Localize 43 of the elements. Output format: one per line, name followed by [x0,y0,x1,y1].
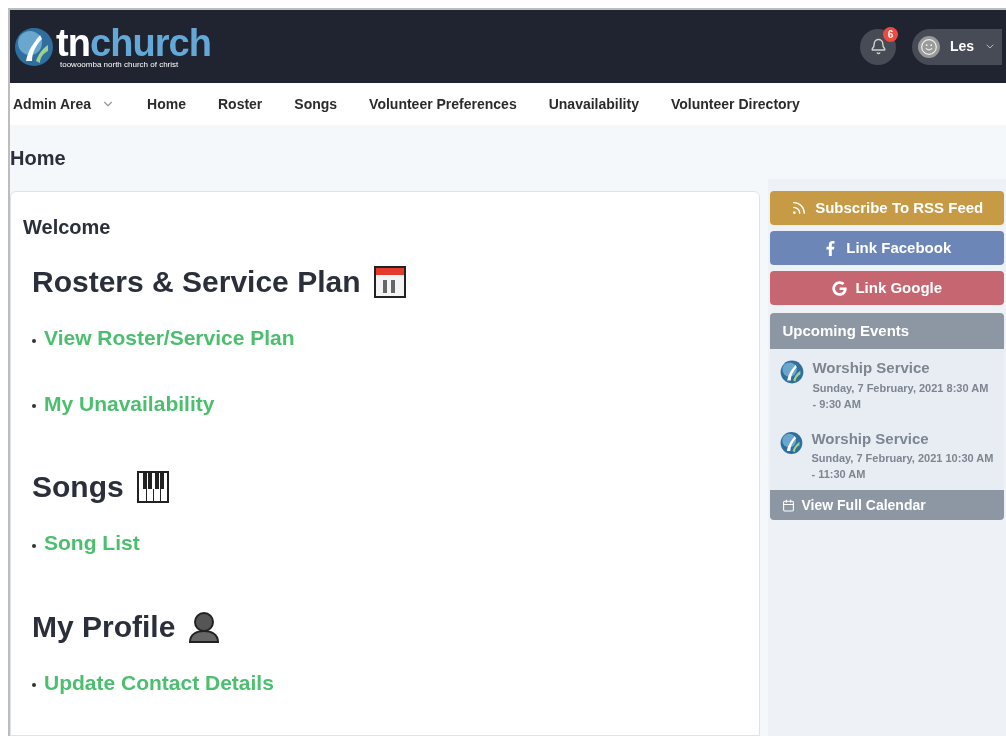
events-title: Upcoming Events [770,313,1004,349]
social-button[interactable]: Link Facebook [770,231,1004,265]
event-title[interactable]: Worship Service [811,427,994,450]
google-icon [832,280,848,296]
event-time: Sunday, 7 February, 2021 10:30 AM - 11:30 AM [811,451,994,482]
card-title: Welcome [23,215,112,240]
logo-tagline: toowoomba north church of christ [60,60,180,69]
page-title: Home [10,146,67,171]
section-heading: Songs [32,469,124,505]
nav-link[interactable]: Songs [294,93,338,115]
calendar-icon [782,498,796,512]
nav-link[interactable]: Unavailability [548,93,639,115]
bullet-icon [32,338,36,343]
nav-link[interactable]: Volunteer Directory [670,93,800,115]
event-time: Sunday, 7 February, 2021 8:30 AM - 9:30 AM [812,380,990,412]
person-icon [187,609,222,644]
bullet-icon [32,404,36,409]
nav-link[interactable]: Roster [217,93,263,115]
notifications-button[interactable]: 6 [860,28,896,65]
bullet-icon [32,543,36,548]
social-button[interactable]: Link Google [770,271,1004,305]
nav-dropdown[interactable]: Admin Area [13,93,116,115]
bullet-icon [32,683,36,688]
nav-link[interactable]: Home [147,93,186,115]
rss-icon [791,200,808,216]
user-menu-button[interactable]: Les [912,28,1002,65]
piano-icon [135,470,170,504]
section-heading: My Profile [32,608,176,645]
nav-link[interactable]: Volunteer Preferences [369,93,517,115]
section-link[interactable]: My Unavailability [44,387,215,419]
event-title[interactable]: Worship Service [812,357,994,380]
logo-text: tnchurch [56,24,211,61]
notification-count: 6 [883,26,898,42]
logo-icon [14,26,54,67]
smiley-avatar-icon [918,34,940,59]
section-link[interactable]: Update Contact Details [44,666,274,698]
full-calendar-button[interactable]: View Full Calendar [770,490,1004,520]
section-link[interactable]: View Roster/Service Plan [44,322,295,354]
calendar-icon [372,265,407,299]
bell-icon [869,38,887,55]
section-heading: Rosters & Service Plan [32,264,361,300]
social-button[interactable]: Subscribe To RSS Feed [770,191,1004,225]
section-link[interactable]: Song List [44,527,140,559]
